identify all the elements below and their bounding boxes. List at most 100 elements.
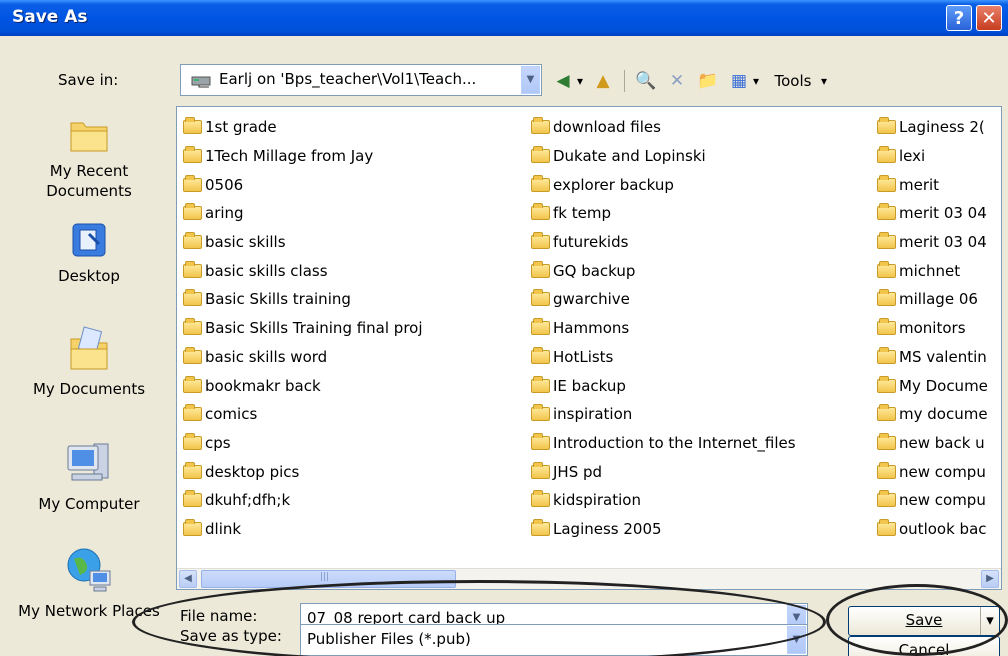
tools-dropdown-icon[interactable]: ▾ (818, 68, 830, 94)
folder-item[interactable]: 1Tech Millage from Jay (183, 142, 423, 171)
folder-icon (877, 203, 896, 221)
folder-item[interactable]: Hammons (531, 314, 796, 343)
folder-item[interactable]: gwarchive (531, 285, 796, 314)
place-my-network-places[interactable]: My Network Places (6, 545, 172, 621)
folder-item[interactable]: basic skills (183, 228, 423, 257)
folder-name: lexi (899, 147, 926, 166)
folder-icon (183, 260, 202, 278)
scroll-left-button[interactable]: ◀ (179, 570, 197, 588)
folder-item[interactable]: merit 03 04 (877, 199, 988, 228)
folder-item[interactable]: aring (183, 199, 423, 228)
save-in-combo[interactable]: Earlj on 'Bps_teacher\Vol1\Teach... ▼ (180, 64, 542, 96)
folder-item[interactable]: merit 03 04 (877, 228, 988, 257)
folder-item[interactable]: JHS pd (531, 457, 796, 486)
folder-item[interactable]: IE backup (531, 371, 796, 400)
folder-item[interactable]: michnet (877, 256, 988, 285)
file-list[interactable]: 1st grade 1Tech Millage from Jay 0506 aring… (176, 106, 1002, 590)
folder-item[interactable]: cps (183, 429, 423, 458)
folder-item[interactable]: 1st grade (183, 113, 423, 142)
folder-name: IE backup (553, 376, 626, 395)
folder-item[interactable]: lexi (877, 142, 988, 171)
folder-item[interactable]: explorer backup (531, 170, 796, 199)
place-my-recent-documents[interactable]: My Recent Documents (6, 115, 172, 201)
new-folder-icon[interactable]: 📁 (696, 68, 720, 94)
folder-item[interactable]: comics (183, 400, 423, 429)
views-dropdown-icon[interactable]: ▾ (750, 68, 762, 94)
place-label: My Recent Documents (46, 162, 132, 200)
save-as-type-select[interactable]: Publisher Files (*.pub) ▼ (300, 624, 808, 656)
save-as-dialog: Save As ? ✕ Save in: Earlj on 'Bps_teach… (0, 0, 1008, 656)
folder-name: new compu (899, 462, 986, 481)
horizontal-scrollbar[interactable]: ◀ ||| ▶ (177, 568, 1001, 589)
folder-item[interactable]: new back u (877, 429, 988, 458)
folder-item[interactable]: dkuhf;dfh;k (183, 486, 423, 515)
folder-item[interactable]: new compu (877, 486, 988, 515)
folder-name: Laginess 2005 (553, 519, 662, 538)
folder-name: My Docume (899, 376, 988, 395)
folder-item[interactable]: dlink (183, 515, 423, 544)
save-button[interactable]: Save ▾ (848, 606, 1000, 636)
folder-item[interactable]: outlook bac (877, 515, 988, 544)
folder-item[interactable]: Dukate and Lopinski (531, 142, 796, 171)
close-button[interactable]: ✕ (976, 5, 1002, 31)
folder-icon (531, 117, 550, 135)
folder-item[interactable]: My Docume (877, 371, 988, 400)
up-folder-button[interactable]: ▲ (592, 68, 614, 94)
place-my-documents[interactable]: My Documents (6, 325, 172, 399)
folder-item[interactable]: futurekids (531, 228, 796, 257)
folder-icon (531, 203, 550, 221)
folder-item[interactable]: Introduction to the Internet_files (531, 429, 796, 458)
folder-icon (531, 346, 550, 364)
folder-name: millage 06 (899, 290, 978, 309)
file-column-2: download files Dukate and Lopinski explore… (531, 113, 796, 543)
folder-icon (877, 146, 896, 164)
folder-item[interactable]: my docume (877, 400, 988, 429)
delete-icon[interactable]: ✕ (666, 68, 688, 94)
scroll-right-button[interactable]: ▶ (981, 570, 999, 588)
folder-name: HotLists (553, 347, 614, 366)
back-dropdown-icon[interactable]: ▾ (574, 68, 586, 94)
back-button[interactable]: ◀ (552, 68, 574, 94)
file-name-label: File name: (180, 607, 258, 625)
folder-item[interactable]: Basic Skills training (183, 285, 423, 314)
folder-name: download files (553, 118, 661, 137)
folder-item[interactable]: fk temp (531, 199, 796, 228)
folder-item[interactable]: HotLists (531, 343, 796, 372)
place-desktop[interactable]: Desktop (6, 220, 172, 286)
folder-item[interactable]: Laginess 2( (877, 113, 988, 142)
folder-item[interactable]: Basic Skills Training final proj (183, 314, 423, 343)
folder-item[interactable]: millage 06 (877, 285, 988, 314)
save-as-type-value: Publisher Files (*.pub) (307, 630, 471, 648)
folder-item[interactable]: desktop pics (183, 457, 423, 486)
folder-item[interactable]: MS valentin (877, 343, 988, 372)
folder-item[interactable]: GQ backup (531, 256, 796, 285)
folder-item[interactable]: basic skills word (183, 343, 423, 372)
folder-name: 1st grade (205, 118, 277, 137)
folder-item[interactable]: kidspiration (531, 486, 796, 515)
save-in-dropdown-arrow[interactable]: ▼ (521, 66, 540, 94)
folder-item[interactable]: inspiration (531, 400, 796, 429)
folder-item[interactable]: download files (531, 113, 796, 142)
search-web-icon[interactable]: 🔍 (634, 68, 658, 94)
save-split-arrow[interactable]: ▾ (980, 607, 999, 635)
folder-item[interactable]: bookmakr back (183, 371, 423, 400)
folder-item[interactable]: Laginess 2005 (531, 515, 796, 544)
folder-item[interactable]: 0506 (183, 170, 423, 199)
folder-name: merit 03 04 (899, 204, 987, 223)
folder-item[interactable]: monitors (877, 314, 988, 343)
tools-menu[interactable]: Tools (768, 68, 818, 94)
folder-item[interactable]: merit (877, 170, 988, 199)
folder-name: Basic Skills Training final proj (205, 319, 423, 338)
folder-item[interactable]: basic skills class (183, 256, 423, 285)
scroll-thumb[interactable]: ||| (201, 570, 456, 588)
folder-name: gwarchive (553, 290, 630, 309)
folder-icon (531, 232, 550, 250)
cancel-button[interactable]: Cancel (848, 636, 1000, 656)
help-button[interactable]: ? (946, 5, 972, 31)
save-in-location: Earlj on 'Bps_teacher\Vol1\Teach... (219, 70, 477, 88)
folder-item[interactable]: new compu (877, 457, 988, 486)
save-as-type-dropdown-arrow[interactable]: ▼ (787, 626, 806, 654)
title-bar[interactable]: Save As ? ✕ (0, 0, 1008, 36)
views-icon[interactable]: ▦ (728, 68, 750, 94)
place-my-computer[interactable]: My Computer (6, 438, 172, 514)
